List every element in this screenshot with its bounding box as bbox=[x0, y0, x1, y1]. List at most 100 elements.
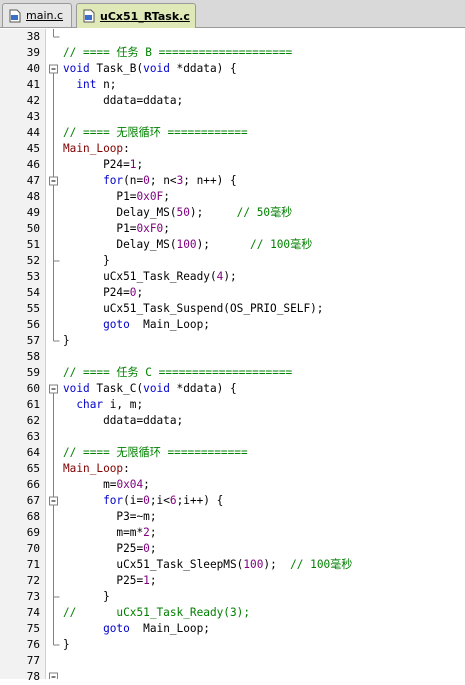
code-token: // ==== 无限循环 ============ bbox=[63, 446, 248, 459]
code-line[interactable]: 61 char i, m; bbox=[0, 397, 465, 413]
line-number: 45 bbox=[26, 142, 40, 155]
code-token: (n= bbox=[123, 174, 144, 187]
code-token: Main_Loop; bbox=[129, 622, 210, 635]
code-line[interactable]: 42 ddata=ddata; bbox=[0, 93, 465, 109]
code-token: ;i++) { bbox=[176, 494, 224, 507]
code-token: ddata=ddata; bbox=[63, 94, 184, 107]
code-line[interactable]: 65 Main_Loop: bbox=[0, 461, 465, 477]
line-number: 43 bbox=[26, 110, 40, 123]
tab-label: main.c bbox=[26, 9, 64, 22]
code-line[interactable]: 69 m=m*2; bbox=[0, 525, 465, 541]
code-line[interactable]: 58 bbox=[0, 349, 465, 365]
code-line[interactable]: 64 // ==== 无限循环 ============ bbox=[0, 445, 465, 461]
line-number: 77 bbox=[26, 654, 40, 667]
line-number: 75 bbox=[26, 622, 40, 635]
code-text: m=m*2; bbox=[63, 525, 156, 541]
code-token: : bbox=[123, 142, 130, 155]
code-line[interactable]: 67 for(i=0;i<6;i++) { bbox=[0, 493, 465, 509]
code-line[interactable]: 72 P25=1; bbox=[0, 573, 465, 589]
code-text: int n; bbox=[63, 77, 116, 93]
code-text: Main_Loop: bbox=[63, 461, 130, 477]
code-line[interactable]: 62 ddata=ddata; bbox=[0, 413, 465, 429]
code-token: // ==== 无限循环 ============ bbox=[63, 126, 248, 139]
code-line[interactable]: 52 } bbox=[0, 253, 465, 269]
code-token: ; bbox=[163, 222, 170, 235]
code-line[interactable]: 47 for(n=0; n<3; n++) { bbox=[0, 173, 465, 189]
code-line[interactable]: 75 goto Main_Loop; bbox=[0, 621, 465, 637]
code-text: P3=~m; bbox=[63, 509, 156, 525]
code-line[interactable]: 51 Delay_MS(100); // 100毫秒 bbox=[0, 237, 465, 253]
code-line[interactable]: 49 Delay_MS(50); // 50毫秒 bbox=[0, 205, 465, 221]
code-line[interactable]: 53 uCx51_Task_Ready(4); bbox=[0, 269, 465, 285]
code-token: void bbox=[143, 62, 170, 75]
code-line[interactable]: 78 bbox=[0, 669, 465, 685]
tab-main-c[interactable]: main.c bbox=[2, 3, 72, 27]
line-number: 54 bbox=[26, 286, 40, 299]
code-line[interactable]: 44 // ==== 无限循环 ============ bbox=[0, 125, 465, 141]
code-line[interactable]: 63 bbox=[0, 429, 465, 445]
code-line[interactable]: 60 void Task_C(void *ddata) { bbox=[0, 381, 465, 397]
code-line[interactable]: 66 m=0x04; bbox=[0, 477, 465, 493]
code-line[interactable]: 41 int n; bbox=[0, 77, 465, 93]
code-editor[interactable]: 38 39 // ==== 任务 B ==================== 40 v… bbox=[0, 29, 465, 685]
line-number: 46 bbox=[26, 158, 40, 171]
line-number: 62 bbox=[26, 414, 40, 427]
line-number: 52 bbox=[26, 254, 40, 267]
code-token: 2 bbox=[143, 526, 150, 539]
line-number: 57 bbox=[26, 334, 40, 347]
line-number: 41 bbox=[26, 78, 40, 91]
code-line[interactable]: 50 P1=0xF0; bbox=[0, 221, 465, 237]
code-line[interactable]: 68 P3=~m; bbox=[0, 509, 465, 525]
code-line[interactable]: 56 goto Main_Loop; bbox=[0, 317, 465, 333]
line-number: 69 bbox=[26, 526, 40, 539]
code-line[interactable]: 76} bbox=[0, 637, 465, 653]
code-text: ddata=ddata; bbox=[63, 413, 183, 429]
code-line[interactable]: 39 // ==== 任务 B ==================== bbox=[0, 45, 465, 61]
code-text: P25=1; bbox=[63, 573, 157, 589]
code-token: void bbox=[143, 382, 170, 395]
code-token: ;i< bbox=[149, 494, 170, 507]
code-token: P25= bbox=[63, 574, 144, 587]
code-token: uCx51_Task_Suspend(OS_PRIO_SELF); bbox=[63, 302, 324, 315]
tab-label: uCx51_RTask.c bbox=[100, 9, 190, 23]
code-line[interactable]: 43 bbox=[0, 109, 465, 125]
code-line[interactable]: 70 P25=0; bbox=[0, 541, 465, 557]
line-number: 50 bbox=[26, 222, 40, 235]
code-line[interactable]: 45 Main_Loop: bbox=[0, 141, 465, 157]
line-number: 61 bbox=[26, 398, 40, 411]
code-line[interactable]: 73 } bbox=[0, 589, 465, 605]
code-text: } bbox=[63, 589, 110, 605]
line-number: 56 bbox=[26, 318, 40, 331]
tab-ucx51-rtask-c[interactable]: uCx51_RTask.c bbox=[76, 3, 196, 28]
code-token: char bbox=[76, 398, 104, 411]
code-line[interactable]: 48 P1=0x0F; bbox=[0, 189, 465, 205]
code-line[interactable]: 55 uCx51_Task_Suspend(OS_PRIO_SELF); bbox=[0, 301, 465, 317]
line-number: 70 bbox=[26, 542, 40, 555]
line-number: 68 bbox=[26, 510, 40, 523]
code-line[interactable]: 57} bbox=[0, 333, 465, 349]
code-token: } bbox=[63, 590, 110, 603]
code-text: } bbox=[63, 253, 110, 269]
code-text: P1=0xF0; bbox=[63, 221, 170, 237]
code-line[interactable]: 40 void Task_B(void *ddata) { bbox=[0, 61, 465, 77]
code-line[interactable]: 77 bbox=[0, 653, 465, 669]
code-token: ; bbox=[149, 574, 157, 587]
code-line[interactable]: 74 // uCx51_Task_Ready(3); bbox=[0, 605, 465, 621]
code-line[interactable]: 54 P24=0; bbox=[0, 285, 465, 301]
code-line[interactable]: 59 // ==== 任务 C ==================== bbox=[0, 365, 465, 381]
code-text: char i, m; bbox=[63, 397, 143, 413]
code-token: i, m; bbox=[103, 398, 144, 411]
code-token: 6 bbox=[169, 494, 177, 507]
code-text: uCx51_Task_SleepMS(100); // 100毫秒 bbox=[63, 557, 352, 573]
code-token: 100 bbox=[176, 238, 197, 251]
c-file-icon bbox=[83, 9, 95, 23]
code-line[interactable]: 38 bbox=[0, 29, 465, 45]
line-number: 39 bbox=[26, 46, 40, 59]
code-token: ; bbox=[149, 542, 157, 555]
code-token: void bbox=[63, 62, 90, 75]
code-text: // ==== 任务 B ==================== bbox=[63, 45, 292, 61]
code-line[interactable]: 46 P24=1; bbox=[0, 157, 465, 173]
code-line[interactable]: 71 uCx51_Task_SleepMS(100); // 100毫秒 bbox=[0, 557, 465, 573]
